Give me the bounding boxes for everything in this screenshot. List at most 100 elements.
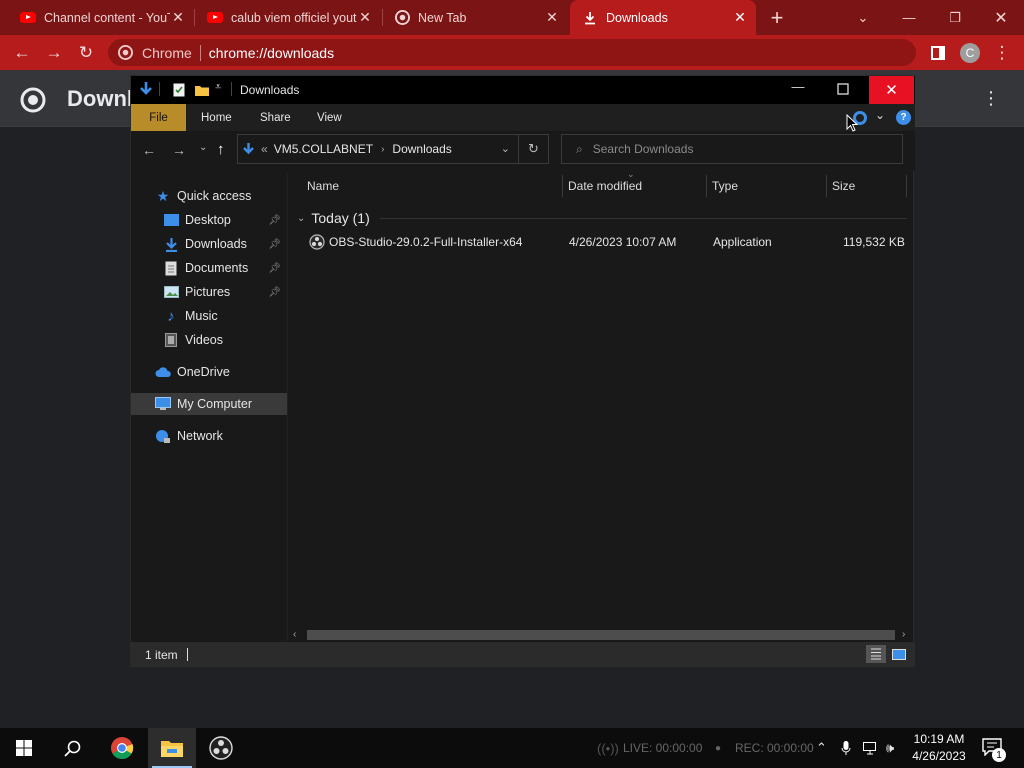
breadcrumb-parent[interactable]: VM5.COLLABNET: [274, 142, 373, 156]
tree-item-network[interactable]: Network: [131, 425, 287, 447]
tree-item-downloads[interactable]: Downloads 📌︎: [131, 233, 287, 255]
item-count: 1 item: [145, 648, 178, 662]
microphone-icon[interactable]: [841, 728, 851, 768]
tree-item-desktop[interactable]: Desktop 📌︎: [131, 209, 287, 231]
column-header-date[interactable]: Date modified: [568, 173, 704, 199]
documents-icon: [163, 260, 179, 276]
recent-locations-icon[interactable]: ⌄: [199, 142, 207, 153]
close-window-icon[interactable]: ✕: [978, 0, 1024, 35]
tree-item-label: OneDrive: [177, 365, 230, 379]
chrome-icon[interactable]: [98, 728, 146, 768]
search-placeholder: Search Downloads: [592, 142, 694, 156]
expand-ribbon-icon[interactable]: ⌄: [875, 108, 885, 122]
tree-item-onedrive[interactable]: OneDrive: [131, 361, 287, 383]
close-tab-icon[interactable]: ✕: [732, 9, 748, 26]
reload-icon[interactable]: ↻: [73, 40, 99, 66]
explorer-title-bar: ⩡ Downloads — ✕: [131, 76, 915, 104]
network-tray-icon[interactable]: [863, 728, 879, 768]
close-icon[interactable]: ✕: [869, 76, 914, 104]
large-icons-view-icon[interactable]: [889, 645, 909, 663]
restore-icon[interactable]: ❐: [932, 0, 978, 35]
close-tab-icon[interactable]: ✕: [170, 9, 186, 26]
collapse-chevron-icon[interactable]: ⌄: [297, 213, 305, 224]
properties-icon[interactable]: [173, 83, 185, 102]
minimize-icon[interactable]: —: [787, 79, 809, 94]
site-info-icon[interactable]: [118, 45, 133, 63]
customize-toolbar-icon[interactable]: ⩡: [215, 81, 221, 94]
file-explorer-icon[interactable]: [148, 728, 196, 768]
refresh-icon[interactable]: ↻: [518, 135, 548, 163]
pane-splitter[interactable]: [287, 173, 288, 641]
show-hidden-icons-icon[interactable]: ⌃: [816, 728, 827, 768]
back-icon[interactable]: ←: [142, 142, 156, 158]
forward-icon[interactable]: →: [41, 40, 67, 66]
breadcrumb-current[interactable]: Downloads: [392, 142, 451, 156]
file-row[interactable]: OBS-Studio-29.0.2-Full-Installer-x64 4/2…: [305, 231, 905, 253]
scrollbar-thumb[interactable]: [307, 630, 895, 640]
tree-item-label: Documents: [185, 261, 249, 275]
omnibox[interactable]: Chrome chrome://downloads: [108, 39, 916, 66]
obs-live-status: LIVE: 00:00:00: [623, 741, 703, 755]
obs-rec-icon: ●: [715, 742, 722, 754]
ribbon-tab-view[interactable]: View: [305, 104, 354, 131]
help-icon[interactable]: ?: [896, 110, 911, 125]
ribbon-tab-home[interactable]: Home: [189, 104, 244, 131]
videos-icon: [163, 332, 179, 348]
close-tab-icon[interactable]: ✕: [357, 9, 373, 26]
back-icon[interactable]: ←: [9, 40, 35, 66]
up-icon[interactable]: ↑: [217, 141, 225, 158]
search-box[interactable]: ⌕ Search Downloads: [561, 134, 903, 164]
side-panel-icon[interactable]: [925, 40, 951, 66]
tab-title: New Tab: [418, 10, 467, 25]
youtube-icon: [207, 10, 223, 26]
breadcrumb-chevron-icon[interactable]: ›: [381, 144, 384, 155]
column-header-type[interactable]: Type: [712, 173, 822, 199]
more-actions-icon[interactable]: ⋮: [982, 88, 1000, 109]
tree-item-documents[interactable]: Documents 📌︎: [131, 257, 287, 279]
breadcrumb-overflow[interactable]: «: [261, 142, 268, 156]
new-tab-button[interactable]: +: [764, 0, 790, 35]
scroll-left-icon[interactable]: ‹: [293, 629, 296, 640]
tree-item-pictures[interactable]: Pictures 📌︎: [131, 281, 287, 303]
tab-title: Channel content - YouTube: [44, 10, 170, 25]
ribbon-tab-share[interactable]: Share: [248, 104, 303, 131]
tab-youtube-channel[interactable]: Channel content - YouTube ✕: [12, 0, 194, 35]
group-header-today[interactable]: ⌄ Today (1): [297, 207, 907, 229]
column-header-name[interactable]: Name: [307, 173, 557, 199]
file-name: OBS-Studio-29.0.2-Full-Installer-x64: [329, 235, 523, 249]
quick-download-icon[interactable]: [139, 81, 153, 102]
details-view-icon[interactable]: [866, 645, 886, 663]
volume-icon[interactable]: 🕪︎: [886, 728, 894, 768]
start-icon[interactable]: [0, 728, 48, 768]
tab-search-icon[interactable]: ⌄: [840, 0, 886, 35]
ribbon-tab-file[interactable]: File: [131, 104, 186, 131]
tab-downloads[interactable]: Downloads ✕: [570, 0, 756, 35]
tree-item-my-computer[interactable]: My Computer: [131, 393, 287, 415]
obs-icon[interactable]: [197, 728, 245, 768]
tree-item-label: Network: [177, 429, 223, 443]
clock-date: 4/26/2023: [912, 749, 966, 763]
tree-item-quick-access[interactable]: ★ Quick access: [131, 185, 287, 207]
tab-new-tab[interactable]: New Tab ✕: [386, 0, 568, 35]
address-bar[interactable]: « VM5.COLLABNET › Downloads ⌄ ↻: [237, 134, 549, 164]
horizontal-scrollbar[interactable]: ‹ ›: [289, 628, 913, 642]
maximize-icon[interactable]: [837, 82, 849, 100]
clock[interactable]: 10:19 AM 4/26/2023: [904, 731, 974, 765]
address-history-icon[interactable]: ⌄: [501, 142, 510, 155]
scroll-right-icon[interactable]: ›: [902, 629, 905, 640]
chrome-menu-icon[interactable]: ⋮: [989, 40, 1015, 66]
tree-item-music[interactable]: ♪ Music: [131, 305, 287, 327]
tree-item-videos[interactable]: Videos: [131, 329, 287, 351]
page-title: Downl: [67, 86, 133, 111]
profile-avatar[interactable]: C: [957, 40, 983, 66]
column-header-size[interactable]: Size: [832, 173, 902, 199]
forward-icon[interactable]: →: [172, 142, 186, 158]
new-folder-icon[interactable]: [195, 83, 209, 102]
cloud-icon: [155, 364, 171, 380]
omnibox-url[interactable]: chrome://downloads: [209, 45, 334, 61]
minimize-icon[interactable]: —: [886, 0, 932, 35]
tab-youtube-search[interactable]: calub viem officiel youtube ✕: [199, 0, 381, 35]
close-tab-icon[interactable]: ✕: [544, 9, 560, 26]
search-icon[interactable]: [48, 728, 96, 768]
window-title: Downloads: [240, 83, 300, 97]
